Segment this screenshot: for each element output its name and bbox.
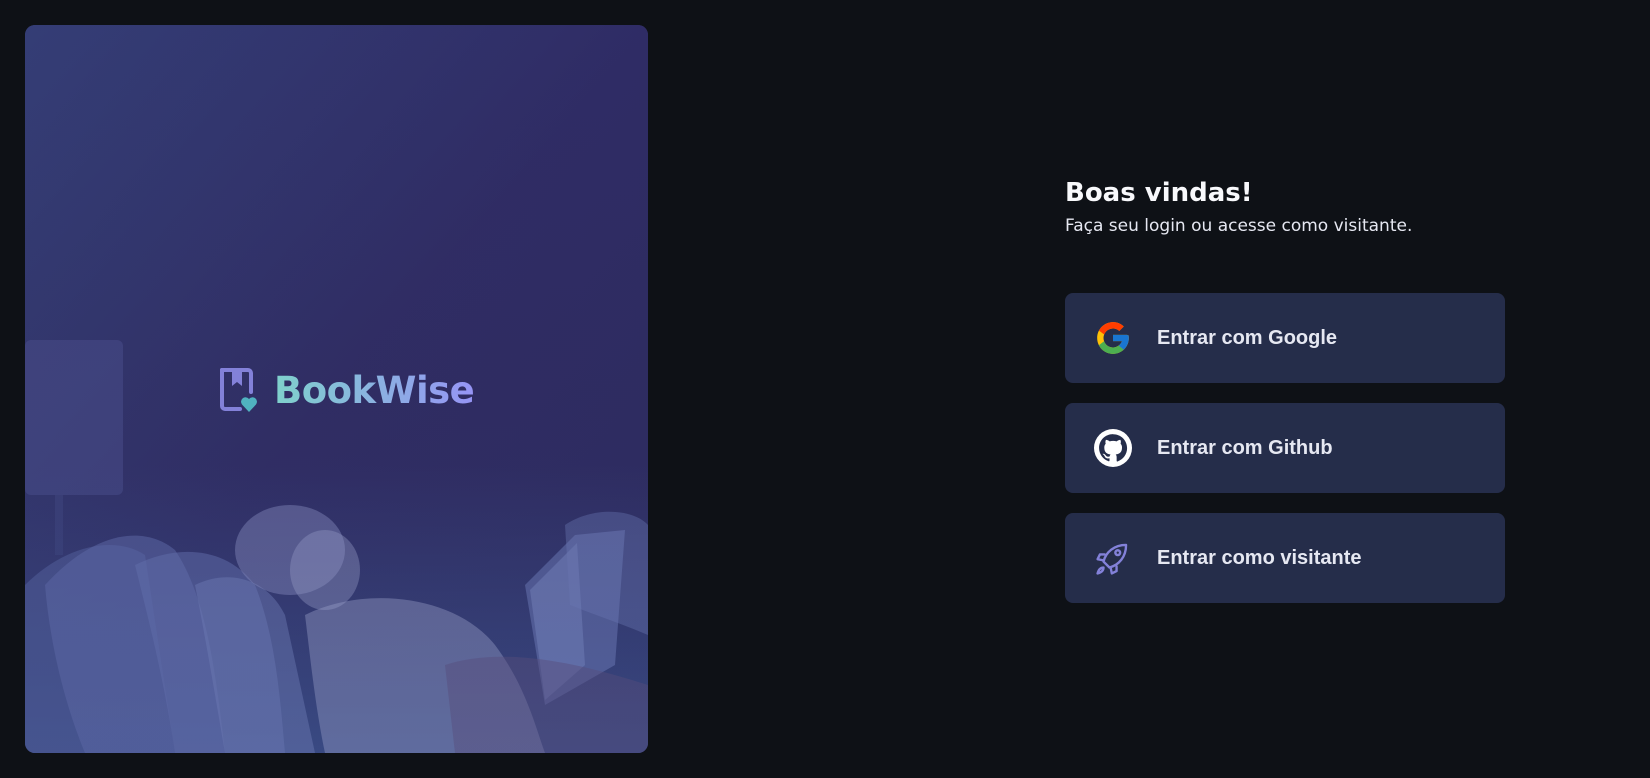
hero-panel: BookWise (25, 25, 648, 753)
login-page: BookWise Boas vindas! Faça seu login ou … (0, 0, 1650, 778)
welcome-title: Boas vindas! (1065, 178, 1253, 208)
login-google-label: Entrar com Google (1157, 326, 1338, 349)
login-visitor-label: Entrar como visitante (1157, 546, 1362, 569)
login-github-label: Entrar com Github (1157, 436, 1333, 459)
login-google-button[interactable]: Entrar com Google (1065, 293, 1505, 383)
welcome-subtitle: Faça seu login ou acesse como visitante. (1065, 216, 1413, 236)
login-section: Boas vindas! Faça seu login ou acesse co… (1065, 173, 1505, 603)
rocket-icon (1093, 538, 1133, 578)
login-github-button[interactable]: Entrar com Github (1065, 403, 1505, 493)
bookmark-heart-icon (220, 368, 257, 412)
google-icon (1093, 318, 1133, 358)
brand-name: BookWise (274, 368, 475, 412)
github-icon (1093, 428, 1133, 468)
brand-logo: BookWise (218, 366, 475, 414)
login-visitor-button[interactable]: Entrar como visitante (1065, 513, 1505, 603)
login-provider-list: Entrar com Google Entrar com Github Entr… (1065, 293, 1505, 603)
